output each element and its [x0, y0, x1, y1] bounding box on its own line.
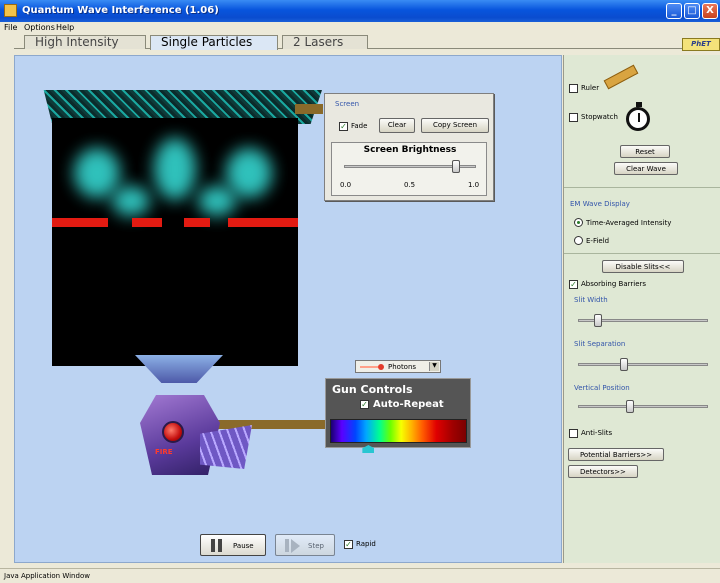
- tick-label: 0.5: [404, 181, 416, 189]
- pause-button[interactable]: Pause: [200, 534, 266, 556]
- tab-high-intensity[interactable]: High Intensity: [24, 35, 146, 49]
- wave-blob: [112, 186, 150, 216]
- auto-repeat-checkbox[interactable]: ✓: [360, 400, 369, 409]
- radio-time-averaged[interactable]: [574, 218, 583, 227]
- slit-separation-track[interactable]: [578, 363, 708, 366]
- rapid-label: Rapid: [356, 540, 376, 548]
- gun-controls-title: Gun Controls: [332, 383, 413, 396]
- wavelength-thumb[interactable]: [362, 445, 375, 453]
- brightness-slider-box: Screen Brightness 0.0 0.5 1.0: [331, 142, 487, 196]
- screen-panel: Screen ✓ Fade Clear Copy Screen Screen B…: [324, 93, 494, 201]
- step-label: Step: [308, 542, 324, 550]
- title-bar: Quantum Wave Interference (1.06) _ □ X: [0, 0, 720, 22]
- auto-repeat-label: Auto-Repeat: [373, 399, 444, 410]
- anti-slits-checkbox[interactable]: [569, 429, 578, 438]
- screen-arm: [295, 104, 323, 114]
- radio-efield[interactable]: [574, 236, 583, 245]
- particle-type-select[interactable]: Photons ▼: [355, 360, 441, 373]
- slit-separation-label: Slit Separation: [574, 340, 626, 348]
- vertical-position-label: Vertical Position: [574, 384, 630, 392]
- anti-slits-label: Anti-Slits: [581, 429, 613, 437]
- clear-wave-button[interactable]: Clear Wave: [614, 162, 678, 175]
- close-button[interactable]: X: [702, 3, 718, 19]
- wave-blob: [154, 138, 196, 200]
- potential-barriers-button[interactable]: Potential Barriers>>: [568, 448, 664, 461]
- pause-icon: [211, 539, 215, 552]
- radio-time-averaged-label: Time-Averaged Intensity: [586, 219, 672, 227]
- screen-panel-title: Screen: [335, 100, 360, 108]
- pause-label: Pause: [233, 542, 254, 550]
- barrier-left[interactable]: [52, 218, 108, 227]
- vertical-position-track[interactable]: [578, 405, 708, 408]
- phet-logo: PhET: [682, 38, 720, 51]
- wave-blob: [226, 148, 272, 198]
- fade-label: Fade: [351, 122, 368, 130]
- wavelength-spectrum[interactable]: [330, 419, 467, 443]
- wave-blob: [198, 186, 236, 216]
- window-title: Quantum Wave Interference (1.06): [22, 5, 219, 16]
- slit-separation-thumb[interactable]: [619, 358, 628, 371]
- rapid-checkbox[interactable]: ✓: [344, 540, 353, 549]
- vertical-position-thumb[interactable]: [626, 400, 634, 413]
- photon-icon: [378, 364, 384, 370]
- menu-bar: File Options Help: [0, 22, 720, 35]
- status-text: Java Application Window: [4, 572, 90, 580]
- wave-blob: [74, 148, 120, 198]
- reset-button[interactable]: Reset: [620, 145, 670, 158]
- pause-icon: [218, 539, 222, 552]
- detectors-button[interactable]: Detectors>>: [568, 465, 638, 478]
- barrier-middle[interactable]: [132, 218, 162, 227]
- absorbing-barriers-checkbox[interactable]: ✓: [569, 280, 578, 289]
- minimize-button[interactable]: _: [666, 3, 682, 19]
- ruler-checkbox[interactable]: [569, 84, 578, 93]
- step-button[interactable]: Step: [275, 534, 335, 556]
- interference-screen: [52, 118, 298, 366]
- stopwatch-label: Stopwatch: [581, 113, 618, 121]
- stopwatch-checkbox[interactable]: [569, 113, 578, 122]
- particle-type-label: Photons: [388, 363, 417, 371]
- gun-rod: [210, 420, 326, 429]
- absorbing-barriers-label: Absorbing Barriers: [581, 280, 647, 288]
- slit-width-thumb[interactable]: [593, 314, 602, 327]
- ruler-label: Ruler: [581, 84, 600, 92]
- menu-file[interactable]: File: [4, 23, 17, 32]
- barrier-right[interactable]: [228, 218, 298, 227]
- chevron-down-icon[interactable]: ▼: [429, 362, 439, 371]
- fire-label: FIRE: [155, 448, 173, 456]
- em-display-title: EM Wave Display: [570, 200, 630, 208]
- control-panel: Ruler Stopwatch Reset Clear Wave EM Wave…: [563, 55, 720, 563]
- slits-section: Disable Slits<< ✓ Absorbing Barriers Sli…: [564, 253, 720, 445]
- em-wave-display-section: EM Wave Display Time-Averaged Intensity …: [564, 187, 720, 253]
- disable-slits-button[interactable]: Disable Slits<<: [602, 260, 684, 273]
- menu-options[interactable]: Options: [24, 23, 55, 32]
- fire-button[interactable]: [162, 421, 184, 443]
- maximize-button[interactable]: □: [684, 3, 700, 19]
- fade-checkbox[interactable]: ✓: [339, 122, 348, 131]
- tick-label: 1.0: [468, 181, 480, 189]
- step-icon: [285, 539, 289, 552]
- brightness-title: Screen Brightness: [363, 145, 457, 155]
- tab-2-lasers[interactable]: 2 Lasers: [282, 35, 368, 49]
- stopwatch-icon[interactable]: [626, 102, 650, 131]
- radio-efield-label: E-Field: [586, 237, 610, 245]
- tick-label: 0.0: [340, 181, 352, 189]
- play-icon: [291, 539, 300, 553]
- copy-screen-button[interactable]: Copy Screen: [421, 118, 489, 133]
- photon-beam-icon: [360, 366, 378, 368]
- gun-controls-panel: Gun Controls ✓ Auto-Repeat: [325, 378, 471, 453]
- tab-single-particles[interactable]: Single Particles: [150, 35, 278, 50]
- app-icon: [4, 4, 17, 17]
- clear-screen-button[interactable]: Clear: [379, 118, 415, 133]
- barrier-middle[interactable]: [184, 218, 210, 227]
- brightness-thumb[interactable]: [452, 160, 461, 173]
- status-bar: Java Application Window: [0, 568, 720, 583]
- menu-help[interactable]: Help: [56, 23, 74, 32]
- slit-width-label: Slit Width: [574, 296, 608, 304]
